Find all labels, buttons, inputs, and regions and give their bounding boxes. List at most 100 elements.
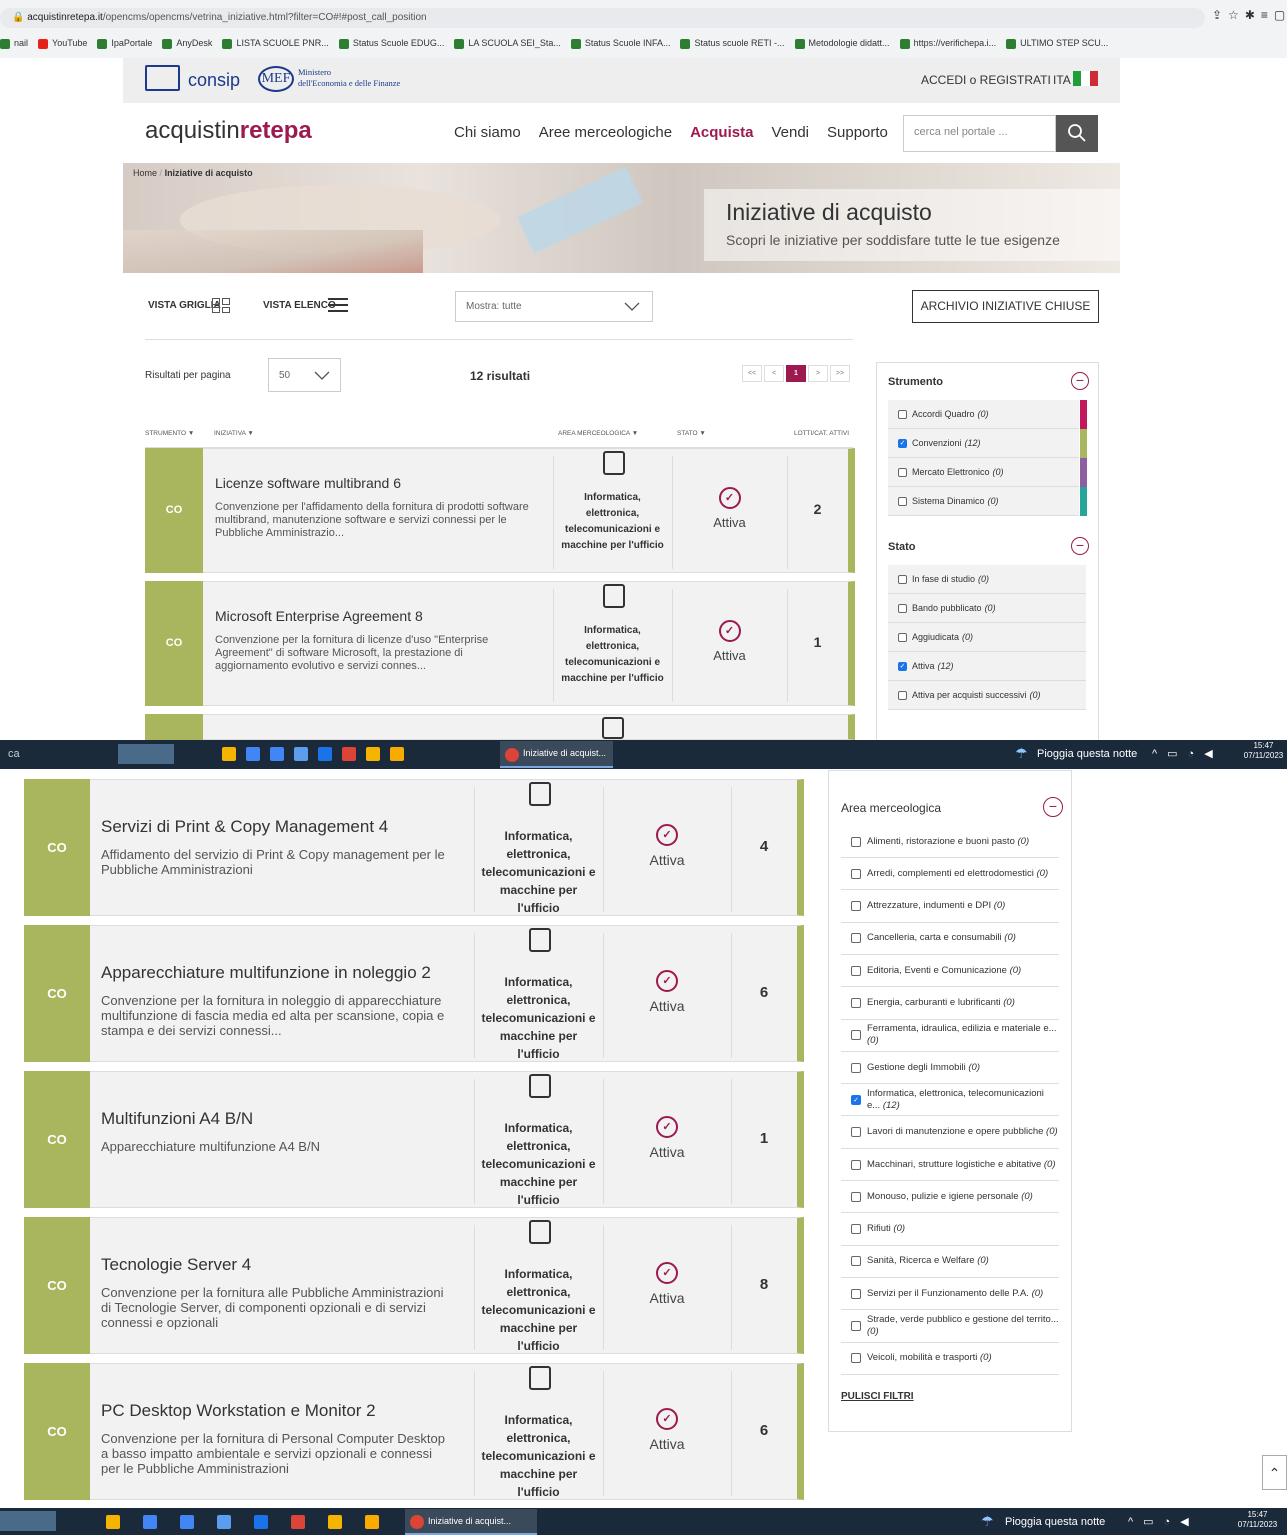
login-link[interactable]: ACCEDI o REGISTRATI [921, 73, 1051, 87]
checkbox-icon[interactable] [851, 901, 861, 912]
filter-strumento-item[interactable]: Sistema Dinamico (0) [888, 487, 1079, 516]
checkbox-icon[interactable] [851, 1191, 861, 1202]
scroll-to-top-button[interactable]: ⌃ [1262, 1455, 1287, 1490]
checkbox-checked-icon[interactable]: ✓ [851, 1094, 861, 1105]
filter-area-item[interactable]: Lavori di manutenzione e opere pubbliche… [841, 1116, 1059, 1149]
taskbar-app-icon[interactable] [254, 1515, 268, 1529]
checkbox-icon[interactable] [851, 933, 861, 944]
checkbox-icon[interactable] [851, 1030, 861, 1041]
filter-area-item[interactable]: Monouso, pulizie e igiene personale (0) [841, 1181, 1059, 1214]
checkbox-icon[interactable] [898, 690, 907, 700]
results-per-page-select[interactable]: 50 [268, 358, 341, 392]
filter-area-item[interactable]: Arredi, complementi ed elettrodomestici … [841, 858, 1059, 891]
filter-area-item[interactable]: Strade, verde pubblico e gestione del te… [841, 1310, 1059, 1343]
checkbox-icon[interactable] [851, 1127, 861, 1138]
address-bar[interactable]: 🔒 acquistinretepa.it/opencms/opencms/vet… [0, 8, 1205, 28]
bookmark-item[interactable]: nail [0, 38, 28, 49]
page-button[interactable]: 1 [786, 365, 806, 382]
filter-stato-item[interactable]: ✓ Attiva (12) [888, 652, 1086, 681]
checkbox-icon[interactable] [898, 467, 907, 477]
bookmark-item[interactable]: Metodologie didatt... [794, 38, 890, 49]
bookmark-item[interactable]: YouTube [38, 38, 87, 49]
filter-strumento-item[interactable]: Accordi Quadro (0) [888, 400, 1079, 429]
taskbar-app-icon[interactable] [365, 1515, 379, 1529]
checkbox-icon[interactable] [851, 1062, 861, 1073]
checkbox-icon[interactable] [898, 632, 907, 642]
col-strumento[interactable]: STRUMENTO ▼ [145, 430, 194, 437]
taskbar-app-icon[interactable] [328, 1515, 342, 1529]
filter-strumento-item[interactable]: ✓ Convenzioni (12) [888, 429, 1079, 458]
taskbar-app-icon[interactable] [366, 747, 380, 761]
filter-area-item[interactable]: Attrezzature, indumenti e DPI (0) [841, 890, 1059, 923]
checkbox-icon[interactable] [851, 836, 861, 847]
initiative-card[interactable] [145, 714, 855, 740]
language-selector[interactable]: ITA [1053, 73, 1071, 87]
col-stato[interactable]: STATO ▼ [677, 430, 706, 437]
filter-strumento-item[interactable]: Mercato Elettronico (0) [888, 458, 1079, 487]
taskbar-app-icon[interactable] [180, 1515, 194, 1529]
clock[interactable]: 15:47 07/11/2023 [1240, 741, 1287, 761]
taskbar-thumbnail[interactable] [118, 744, 174, 764]
filter-stato-item[interactable]: In fase di studio (0) [888, 565, 1086, 594]
checkbox-icon[interactable] [851, 1353, 861, 1364]
bookmark-item[interactable]: Status scuole RETI -... [680, 38, 785, 49]
collapse-strumento-icon[interactable]: − [1071, 372, 1089, 390]
taskbar-app-icon[interactable] [291, 1515, 305, 1529]
page-button[interactable]: << [742, 365, 762, 382]
card-title[interactable]: Microsoft Enterprise Agreement 8 [215, 608, 543, 624]
nav-item[interactable]: Vendi [771, 124, 809, 141]
checkbox-checked-icon[interactable]: ✓ [898, 661, 907, 671]
browser-toolbar-icons[interactable]: ⇪☆✱≡▢ [1212, 8, 1287, 22]
bookmark-item[interactable]: ULTIMO STEP SCU... [1006, 38, 1108, 49]
bookmark-item[interactable]: Status Scuole INFA... [570, 38, 670, 49]
checkbox-icon[interactable] [851, 1288, 861, 1299]
card-title[interactable]: Multifunzioni A4 B/N [101, 1109, 464, 1129]
page-button[interactable]: >> [830, 365, 850, 382]
col-area[interactable]: AREA MERCEOLOGICA ▼ [558, 430, 638, 437]
vista-griglia-button[interactable]: VISTA GRIGLIA [148, 300, 221, 311]
checkbox-icon[interactable] [851, 1321, 861, 1331]
mostra-select[interactable]: Mostra: tutte [455, 291, 653, 322]
checkbox-icon[interactable] [898, 603, 907, 613]
collapse-area-icon[interactable]: − [1043, 797, 1063, 817]
col-iniziativa[interactable]: INIZIATIVA ▼ [214, 430, 254, 437]
nav-item[interactable]: Aree merceologiche [539, 124, 672, 141]
grid-view-icon[interactable] [212, 298, 230, 313]
bookmark-item[interactable]: LA SCUOLA SEI_Sta... [454, 38, 561, 49]
breadcrumb-home[interactable]: Home [133, 168, 157, 178]
checkbox-icon[interactable] [851, 998, 861, 1008]
clear-filters-link[interactable]: PULISCI FILTRI [841, 1391, 914, 1402]
site-logo[interactable]: acquistinretepa [145, 117, 312, 145]
search-button[interactable] [1056, 115, 1098, 152]
filter-area-item[interactable]: Rifiuti (0) [841, 1213, 1059, 1246]
page-button[interactable]: > [808, 365, 828, 382]
taskbar-app-icon[interactable] [217, 1515, 231, 1529]
taskbar-app-icon[interactable] [106, 1515, 120, 1529]
filter-stato-item[interactable]: Aggiudicata (0) [888, 623, 1086, 652]
taskbar-app-icon[interactable] [342, 747, 356, 761]
checkbox-icon[interactable] [851, 1256, 861, 1267]
nav-item[interactable]: Chi siamo [454, 124, 521, 141]
bookmark-item[interactable]: Status Scuole EDUG... [338, 38, 444, 49]
taskbar-app-icon[interactable] [390, 747, 404, 761]
checkbox-icon[interactable] [898, 409, 907, 419]
checkbox-icon[interactable] [851, 868, 861, 879]
filter-area-item[interactable]: ✓ Informatica, elettronica, telecomunicaz… [841, 1084, 1059, 1117]
filter-area-item[interactable]: Cancelleria, carta e consumabili (0) [841, 922, 1059, 955]
checkbox-icon[interactable] [851, 1159, 861, 1170]
mef-logo-icon[interactable]: MEF [258, 66, 294, 92]
taskbar-app-icon[interactable] [270, 747, 284, 761]
checkbox-icon[interactable] [851, 965, 861, 976]
search-input[interactable]: cerca nel portale ... [903, 115, 1056, 152]
filter-area-item[interactable]: Gestione degli Immobili (0) [841, 1052, 1059, 1085]
checkbox-icon[interactable] [851, 1224, 861, 1235]
filter-area-item[interactable]: Energia, carburanti e lubrificanti (0) [841, 987, 1059, 1020]
filter-area-item[interactable]: Editoria, Eventi e Comunicazione (0) [841, 955, 1059, 988]
taskbar-app-icon[interactable] [294, 747, 308, 761]
tray-icons[interactable]: ^▭◔◀ [1152, 747, 1223, 760]
list-view-icon[interactable] [328, 298, 348, 314]
bookmark-item[interactable]: LISTA SCUOLE PNR... [222, 38, 329, 49]
taskbar-app-icon[interactable] [246, 747, 260, 761]
filter-area-item[interactable]: Ferramenta, idraulica, edilizia e materi… [841, 1019, 1059, 1052]
tray-icons[interactable]: ^▭◔◀ [1128, 1515, 1199, 1528]
